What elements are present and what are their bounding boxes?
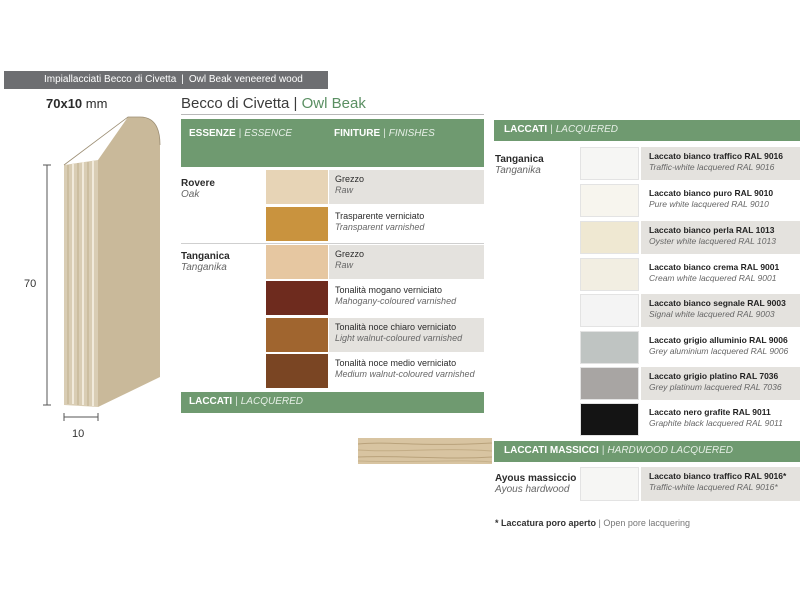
finish-oak-varnished: Trasparente verniciato Transparent varni… [335,211,425,232]
lacquer-swatch [580,184,639,217]
footnote: * Laccatura poro aperto | Open pore lacq… [495,518,690,528]
profile-size-value: 70x10 [46,96,83,111]
essence-oak-en: Oak [181,189,200,200]
profile-size: 70x10 mm [46,96,107,111]
page-title: Becco di Civetta | Owl Beak [181,95,366,112]
dimension-height-label: 70 [24,278,37,290]
swatch-mahogany [266,281,328,315]
lacquer-item: Laccato bianco crema RAL 9001 Cream white… [649,262,780,283]
lacquer-swatch [580,258,639,291]
finish-light-walnut: Tonalità noce chiaro verniciato Light wa… [329,318,484,352]
lacquer-swatch [580,331,639,364]
wood-grain-strip [358,438,492,464]
lacquer-item: Laccato bianco perla RAL 1013 Oyster whit… [641,221,800,254]
title-en: Owl Beak [301,95,366,112]
lacquer-swatch [580,367,639,400]
lacquer-swatch [580,403,639,436]
hardwood-lacquered-bar: LACCATI MASSICCI | HARDWOOD LACQUERED [494,441,800,462]
essence-oak: Rovere Oak [181,178,215,200]
swatch-oak-raw [266,170,328,204]
swatch-light-walnut [266,318,328,352]
header-finishes: FINISHES [388,128,435,139]
lacquer-item: Laccato nero grafite RAL 9011 Graphite bl… [649,407,783,428]
header-essence: ESSENCE [244,128,293,139]
header-essenze: ESSENZE [189,128,236,139]
essence-oak-it: Rovere [181,178,215,189]
lacquer-swatch [580,221,639,254]
swatch-medium-walnut [266,354,328,388]
essence-tanganica-en: Tanganika [181,262,227,273]
header-title-en: Owl Beak veneered wood [188,74,303,85]
ayous-finish: Laccato bianco traffico RAL 9016* Traffic… [641,467,800,501]
lacquer-item: Laccato bianco segnale RAL 9003 Signal wh… [641,294,800,327]
swatch-oak-varnished [266,207,328,241]
profile-size-unit: mm [85,96,108,111]
row-divider [181,243,484,244]
lacquered-bar-left: LACCATI | LACQUERED [181,392,484,413]
finish-medium-walnut: Tonalità noce medio verniciato Medium wa… [335,358,475,379]
lacquer-item: Laccato bianco puro RAL 9010 Pure white l… [649,188,774,209]
header-title-it: Impiallacciati Becco di Civetta [44,74,177,85]
title-it: Becco di Civetta [181,95,290,112]
lacquer-item: Laccato grigio alluminio RAL 9006 Grey al… [649,335,789,356]
profile-drawing [43,116,161,421]
finish-tanganica-raw: Grezzo Raw [329,245,484,279]
finishes-table-header: ESSENZE | ESSENCE FINITURE | FINISHES [181,119,484,167]
title-divider [181,114,484,115]
finish-mahogany: Tonalità mogano verniciato Mahogany-colo… [335,285,457,306]
lacquered-bar-right: LACCATI | LACQUERED [494,120,800,141]
lacquer-swatch [580,147,639,180]
header-finiture: FINITURE [334,128,381,139]
dimension-width-label: 10 [72,428,85,440]
lacquer-swatch [580,294,639,327]
finish-oak-raw: Grezzo Raw [329,170,484,204]
section-header-tab: Impiallacciati Becco di Civetta | Owl Beak… [4,71,328,89]
ayous-swatch [580,467,639,501]
swatch-tanganica-raw [266,245,328,279]
lacquer-essence-label: Tanganica Tanganika [495,154,544,176]
essence-tanganica: Tanganica Tanganika [181,251,230,273]
ayous-label: Ayous massiccio Ayous hardwood [495,473,577,495]
essence-tanganica-it: Tanganica [181,251,230,262]
lacquer-item: Laccato bianco traffico RAL 9016 Traffic-… [641,147,800,180]
lacquer-item: Laccato grigio platino RAL 7036 Grey plat… [641,367,800,400]
